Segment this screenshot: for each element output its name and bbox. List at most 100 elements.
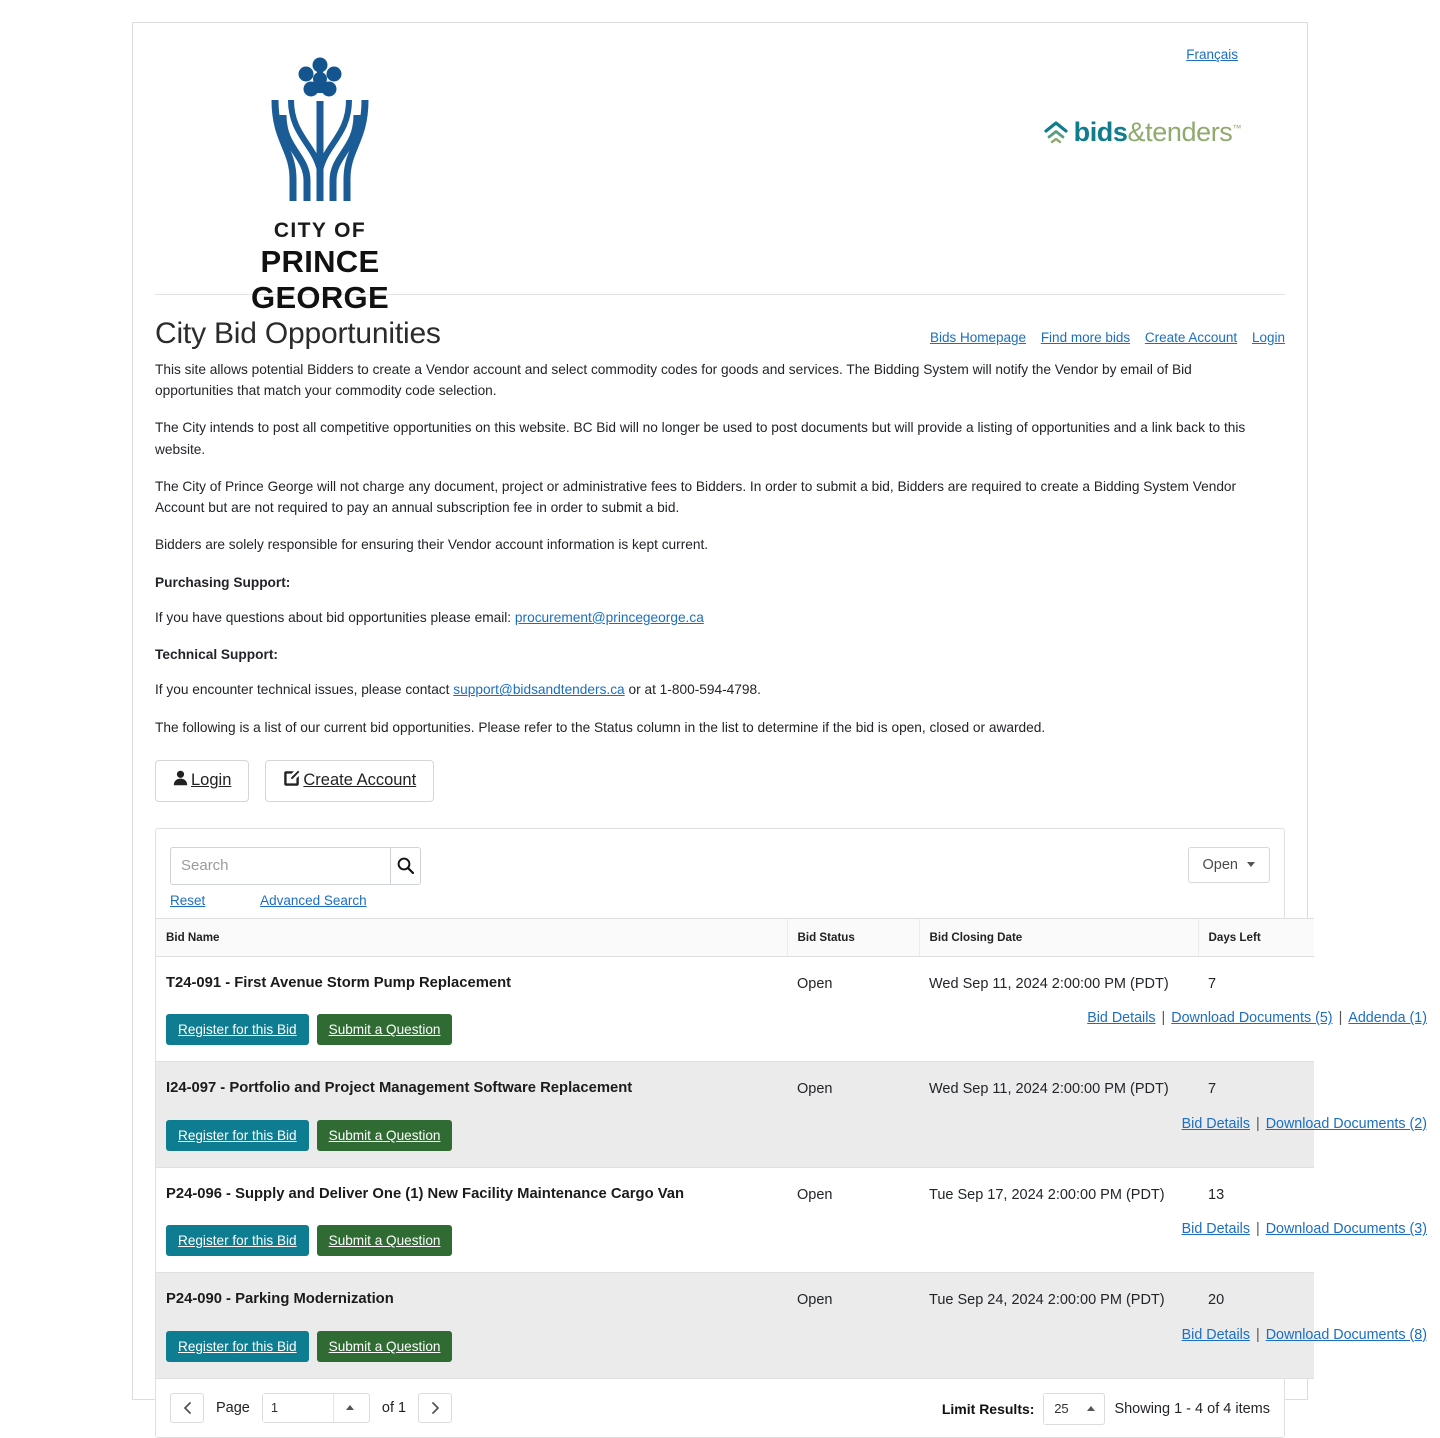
city-crest-icon [271,57,369,201]
submit-question-button[interactable]: Submit a Question [316,1014,453,1046]
trademark-symbol: ™ [1232,123,1241,133]
row-link[interactable]: Download Documents (3) [1266,1221,1427,1237]
bid-closing-date-text: Wed Sep 11, 2024 2:00:00 PM (PDT) [929,975,1169,992]
link-separator: | [1338,1010,1343,1027]
city-of-prince-george-logo: CITY OF PRINCE GEORGE [197,53,443,316]
reset-link[interactable]: Reset [170,893,205,908]
submit-question-button[interactable]: Submit a Question [316,1119,453,1151]
language-toggle-link[interactable]: Français [1186,47,1238,62]
table-row: T24-091 - First Avenue Storm Pump Replac… [156,956,1427,1063]
technical-support-line: If you encounter technical issues, pleas… [155,679,1272,700]
link-login[interactable]: Login [1252,330,1285,345]
row-link[interactable]: Download Documents (5) [1171,1010,1332,1026]
bid-name-text: I24-097 - Portfolio and Project Manageme… [166,1080,633,1097]
days-left-text: 7 [1208,1081,1217,1098]
cell-bid-status: Open [787,1272,919,1379]
link-separator: | [1255,1221,1260,1238]
bid-status-text: Open [797,1081,833,1098]
row-links: Bid Details | Download Documents (2) [1182,1116,1427,1132]
register-for-bid-button[interactable]: Register for this Bid [166,1119,309,1151]
submit-question-button-label: Submit a Question [328,1338,441,1354]
support-email-link[interactable]: support@bidsandtenders.ca [453,682,624,697]
cell-bid-status: Open [787,1061,919,1168]
purchasing-support-heading: Purchasing Support: [155,572,1272,593]
row-action-buttons: Register for this Bid Submit a Question Bi… [156,1309,1427,1378]
limit-results-input[interactable] [1044,1393,1079,1424]
row-action-buttons: Register for this Bid Submit a Question Bi… [156,1098,1427,1167]
cell-bid-name: I24-097 - Portfolio and Project Manageme… [156,1061,1427,1168]
cell-days-left: 7 [1198,1061,1314,1168]
register-button-label: Register for this Bid [178,1233,297,1249]
page-frame: Français CITY OF PRINCE GEORGE bids&tend… [132,22,1427,1438]
register-button-label: Register for this Bid [178,1338,297,1354]
status-filter-dropdown[interactable]: Open [1187,846,1270,883]
submit-question-button[interactable]: Submit a Question [316,1225,453,1257]
limit-stepper-up-button[interactable] [1078,1394,1104,1424]
intro-paragraph-1: This site allows potential Bidders to cr… [155,362,1192,399]
chevron-stack-icon [1044,120,1068,143]
cell-bid-name: T24-091 - First Avenue Storm Pump Replac… [156,956,1427,1063]
row-link[interactable]: Bid Details [1182,1327,1250,1343]
submit-question-button-label: Submit a Question [328,1233,441,1249]
table-header-row: Bid Name Bid Status Bid Closing Date Day… [156,917,1314,957]
previous-page-button[interactable] [170,1392,204,1423]
next-page-button[interactable] [418,1392,453,1423]
page-number-input[interactable] [262,1393,333,1422]
search-button[interactable] [390,846,421,885]
bid-closing-date-text: Tue Sep 17, 2024 2:00:00 PM (PDT) [929,1186,1165,1203]
page-stepper-up-button[interactable] [332,1393,367,1422]
days-left-text: 7 [1208,975,1217,992]
register-for-bid-button[interactable]: Register for this Bid [166,1330,309,1362]
technical-support-label: Technical Support: [155,647,278,663]
row-link[interactable]: Download Documents (2) [1266,1116,1427,1132]
bid-name-text: P24-090 - Parking Modernization [166,1291,394,1308]
login-button-label: Login [191,771,232,790]
row-link[interactable]: Bid Details [1182,1221,1250,1237]
chevron-right-icon [431,1401,439,1414]
cell-bid-closing-date: Wed Sep 11, 2024 2:00:00 PM (PDT) [919,1061,1198,1168]
city-logo-line2: PRINCE GEORGE [251,244,389,315]
search-icon [397,857,414,875]
cell-bid-closing-date: Tue Sep 17, 2024 2:00:00 PM (PDT) [919,1167,1198,1274]
link-separator: | [1255,1326,1260,1343]
list-toolbar: Reset Advanced Search Open [156,829,1284,918]
link-create-account[interactable]: Create Account [1145,330,1237,345]
register-for-bid-button[interactable]: Register for this Bid [166,1014,309,1046]
row-links: Bid Details | Download Documents (8) [1182,1327,1427,1343]
row-link[interactable]: Addenda (1) [1348,1010,1427,1026]
row-link[interactable]: Bid Details [1087,1010,1155,1026]
create-account-button[interactable]: Create Account [265,759,435,802]
page-label: Page [216,1399,250,1416]
status-filter-value: Open [1202,856,1238,873]
bid-status-text: Open [797,1292,833,1309]
row-link[interactable]: Bid Details [1182,1116,1250,1132]
intro-paragraph-2: The City intends to post all competitive… [155,420,1246,457]
advanced-search-link[interactable]: Advanced Search [260,893,367,908]
showing-items-label: Showing 1 - 4 of 4 items [1114,1400,1270,1417]
limit-results-stepper [1043,1392,1106,1425]
row-link[interactable]: Download Documents (8) [1266,1327,1427,1343]
column-header-bid-name[interactable]: Bid Name [156,917,787,957]
search-input[interactable] [170,846,390,885]
bid-name-text: P24-096 - Supply and Deliver One (1) New… [166,1185,685,1202]
chevron-left-icon [183,1401,191,1414]
register-for-bid-button[interactable]: Register for this Bid [166,1225,309,1257]
link-find-more-bids[interactable]: Find more bids [1041,330,1130,345]
submit-question-button[interactable]: Submit a Question [316,1330,453,1362]
cell-bid-name: P24-090 - Parking Modernization Register … [156,1272,1427,1379]
cell-days-left: 13 [1198,1167,1314,1274]
link-bids-homepage[interactable]: Bids Homepage [930,330,1026,345]
column-header-days-left[interactable]: Days Left [1197,917,1314,957]
procurement-email-link[interactable]: procurement@princegeorge.ca [515,610,704,625]
edit-square-icon [283,770,300,792]
submit-question-button-label: Submit a Question [328,1022,441,1038]
days-left-text: 20 [1208,1292,1225,1309]
login-button[interactable]: Login [155,759,250,802]
purchasing-support-text: If you have questions about bid opportun… [155,609,515,625]
table-row: P24-096 - Supply and Deliver One (1) New… [156,1167,1427,1274]
days-left-text: 13 [1208,1186,1225,1203]
column-header-bid-status[interactable]: Bid Status [786,917,919,957]
technical-support-text-before: If you encounter technical issues, pleas… [155,682,454,698]
limit-results-label: Limit Results: [941,1400,1035,1417]
column-header-bid-closing-date[interactable]: Bid Closing Date [918,917,1198,957]
